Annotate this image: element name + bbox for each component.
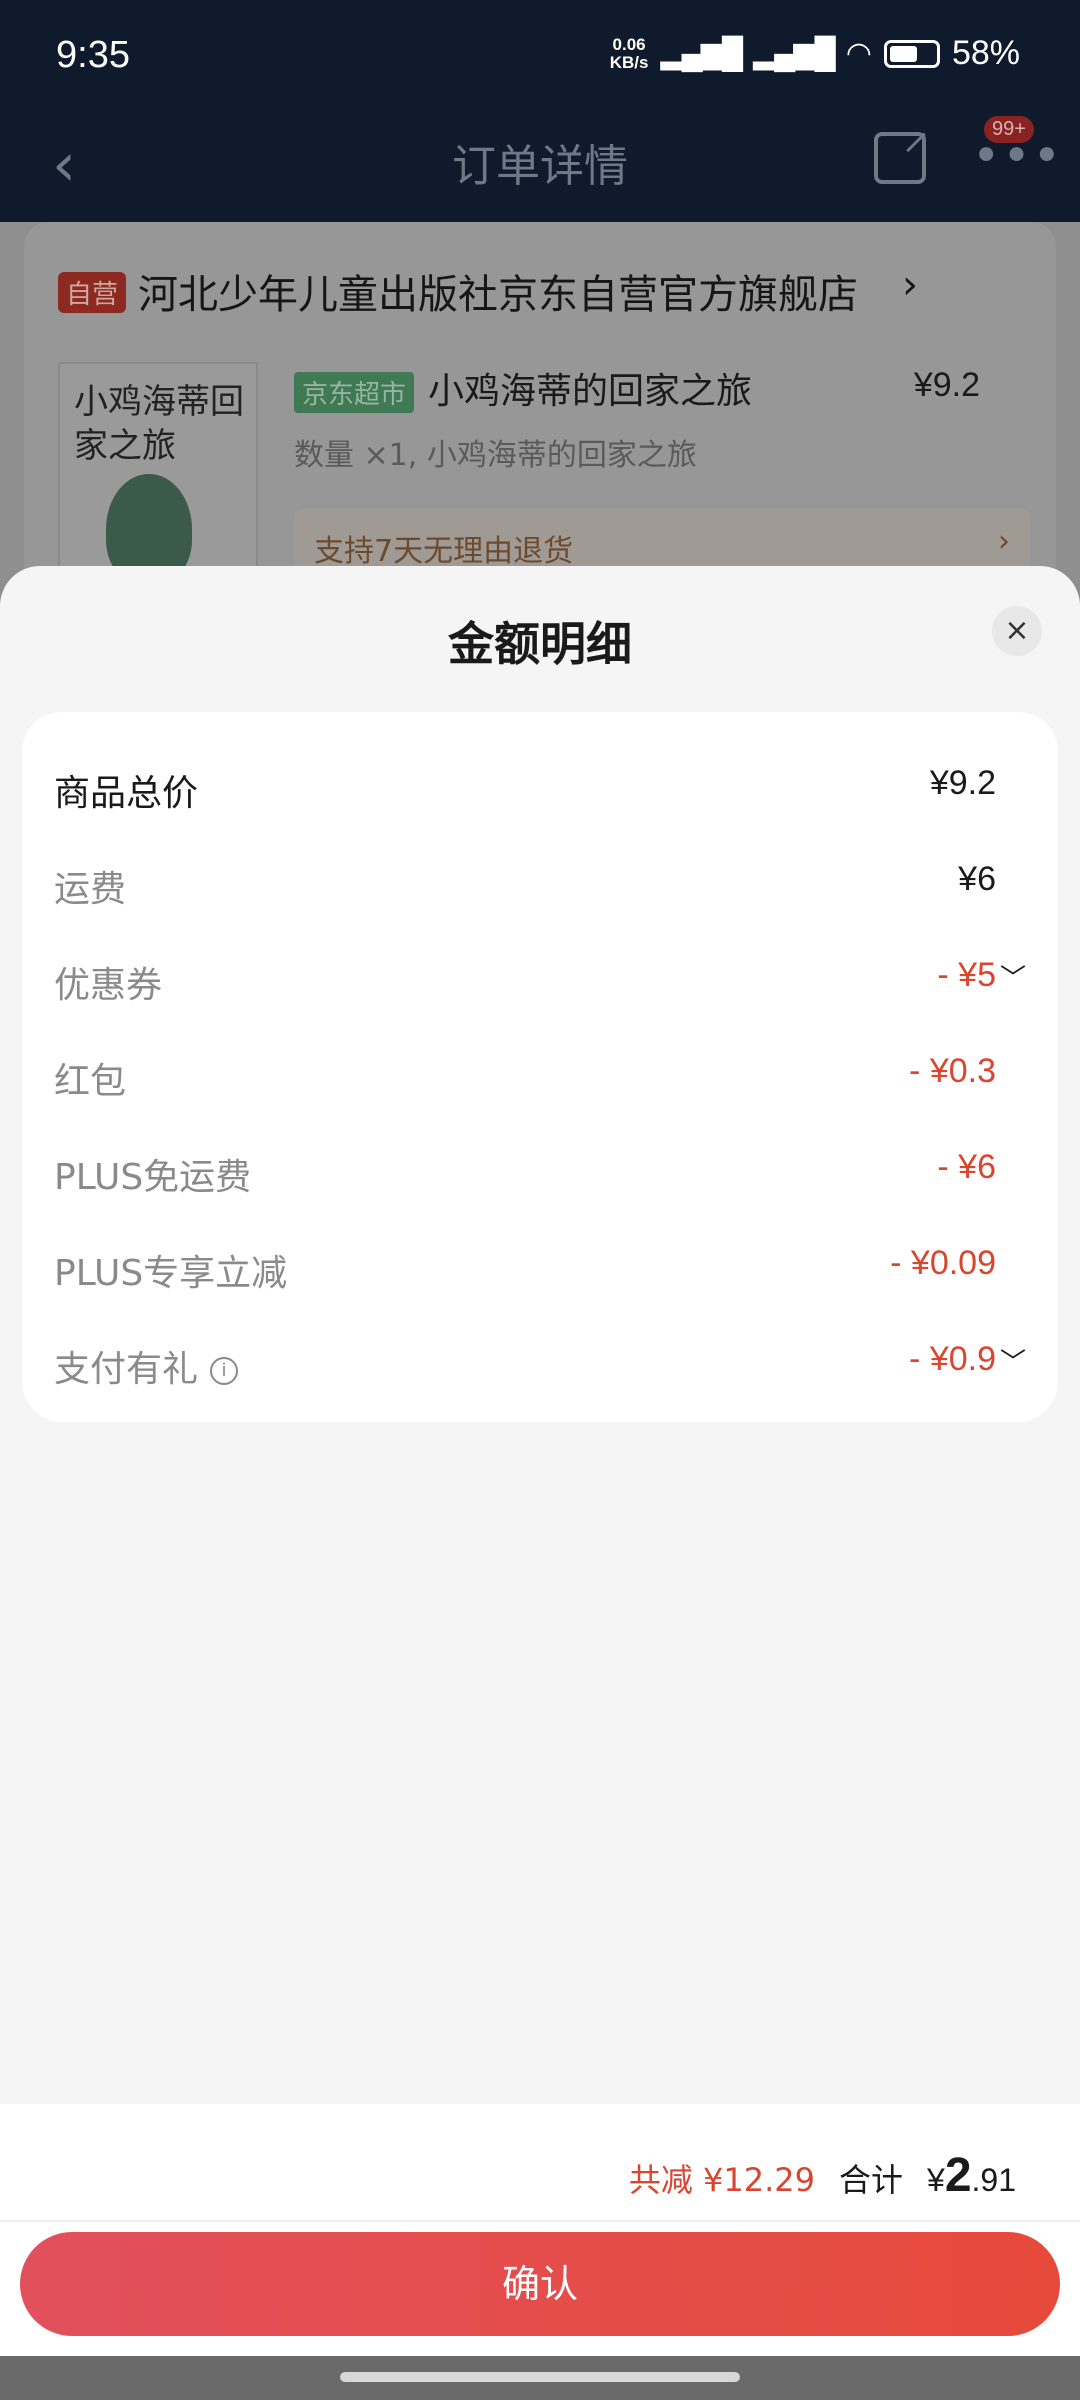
signal-icon-2: ▂▄▆█: [753, 37, 836, 70]
chevron-down-icon[interactable]: ﹀: [1000, 1342, 1026, 1379]
confirm-button[interactable]: 确认: [20, 2232, 1060, 2336]
row-value: ¥6: [958, 860, 996, 898]
row-label: PLUS免运费: [54, 1157, 252, 1198]
price-summary: 共减 ¥12.29 合计 ¥2.91: [629, 2148, 1016, 2203]
product-name: 小鸡海蒂的回家之旅: [428, 371, 753, 412]
cover-title: 小鸡海蒂回家之旅: [74, 382, 244, 466]
row-label: 运费: [54, 869, 127, 910]
total-label: 合计: [839, 2161, 904, 2199]
self-operated-tag: 自营: [58, 272, 127, 313]
share-icon[interactable]: [874, 122, 930, 184]
net-speed: 0.06 KB/s: [609, 34, 649, 72]
status-bar: 9:35 0.06 KB/s ▂▄▆█ ▂▄▆█ ◠ 58%: [0, 0, 1080, 118]
store-name: 河北少年儿童出版社京东自营官方旗舰店: [138, 272, 858, 318]
close-button[interactable]: ×: [992, 606, 1042, 656]
signal-icon: ▂▄▆█: [660, 37, 743, 70]
gesture-bar: [0, 2356, 1080, 2400]
row-label: PLUS专享立减: [54, 1253, 288, 1294]
row-value: - ¥0.9: [909, 1340, 996, 1378]
battery-level: 58%: [951, 34, 1020, 72]
divider: [0, 2220, 1080, 2222]
row-label: 支付有礼 i: [54, 1340, 239, 1392]
sheet-title: 金额明细: [448, 617, 632, 671]
row-shipping: 运费 ¥6: [54, 852, 1026, 912]
row-value: - ¥6: [937, 1148, 996, 1186]
row-label: 商品总价: [54, 773, 199, 814]
chevron-down-icon[interactable]: ﹀: [1000, 958, 1026, 995]
home-indicator[interactable]: [340, 2372, 740, 2382]
supermarket-tag: 京东超市: [294, 372, 415, 413]
row-plus-free-shipping: PLUS免运费 - ¥6: [54, 1140, 1026, 1200]
battery-icon: [883, 39, 940, 68]
wifi-icon: ◠: [845, 37, 872, 70]
row-value: - ¥0.09: [890, 1244, 996, 1282]
row-value: - ¥0.3: [909, 1052, 996, 1090]
info-icon[interactable]: i: [210, 1357, 239, 1385]
chevron-right-icon: ›: [902, 262, 918, 308]
store-card: 自营 河北少年儿童出版社京东自营官方旗舰店 › 小鸡海蒂回家之旅 京东超市 小鸡…: [24, 222, 1056, 622]
row-value: ¥9.2: [929, 764, 996, 802]
row-value: - ¥5: [937, 956, 996, 994]
status-time: 9:35: [56, 34, 130, 76]
return-policy-text: 支持7天无理由退货: [314, 534, 574, 569]
product-quantity: 数量 ×1, 小鸡海蒂的回家之旅: [294, 438, 697, 473]
row-item-total: 商品总价 ¥9.2: [54, 756, 1026, 816]
row-plus-discount: PLUS专享立减 - ¥0.09: [54, 1236, 1026, 1296]
row-payment-gift[interactable]: 支付有礼 i - ¥0.9 ﹀: [54, 1332, 1026, 1392]
status-icons: 0.06 KB/s ▂▄▆█ ▂▄▆█ ◠ 58%: [610, 34, 1020, 73]
chevron-right-icon: ›: [998, 524, 1010, 559]
message-badge: 99+: [984, 116, 1034, 143]
nav-bar: ‹ 订单详情 ••• 99+: [0, 116, 1080, 222]
row-label: 红包: [54, 1061, 127, 1102]
amount-detail-card: 商品总价 ¥9.2 运费 ¥6 优惠券 - ¥5 ﹀ 红包 - ¥0.3 PLU…: [22, 712, 1058, 1422]
total-amount: ¥2.91: [927, 2149, 1016, 2202]
product-price: ¥9.2: [913, 366, 980, 404]
row-label: 优惠券: [54, 965, 163, 1006]
row-coupon[interactable]: 优惠券 - ¥5 ﹀: [54, 948, 1026, 1008]
total-discount: 共减 ¥12.29: [628, 2161, 815, 2199]
row-red-packet: 红包 - ¥0.3: [54, 1044, 1026, 1104]
